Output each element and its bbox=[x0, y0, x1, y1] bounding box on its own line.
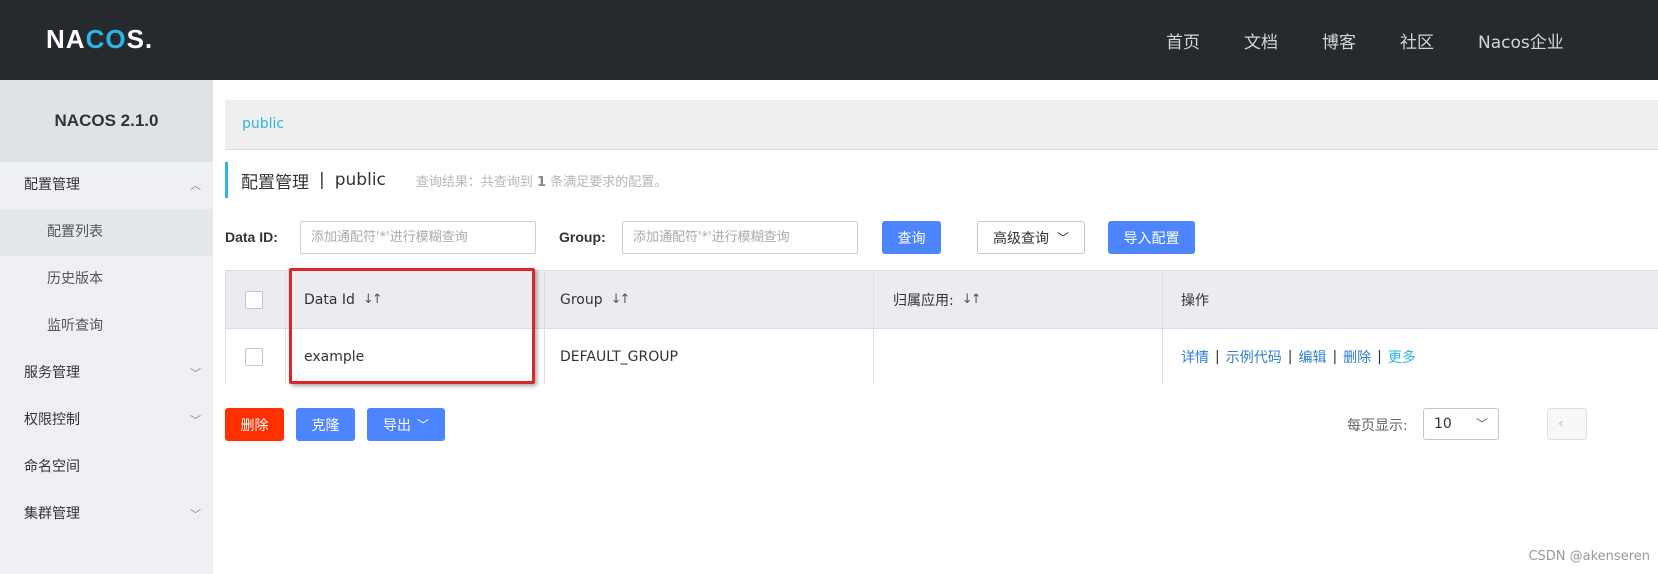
title-separator: | bbox=[319, 170, 325, 190]
import-config-button[interactable]: 导入配置 bbox=[1108, 221, 1195, 254]
nav-docs[interactable]: 文档 bbox=[1244, 28, 1278, 53]
row-checkbox[interactable] bbox=[245, 347, 263, 366]
table-row: example DEFAULT_GROUP 详情 | 示例代码 | 编辑 | 删… bbox=[226, 328, 1658, 384]
sort-icon[interactable]: ↓↑ bbox=[611, 292, 631, 307]
page-title: 配置管理 | public 查询结果：共查询到 1 条满足要求的配置。 bbox=[225, 162, 667, 198]
page-title-namespace: public bbox=[334, 170, 386, 190]
sidebar-item-label: 权限控制 bbox=[24, 412, 80, 428]
sidebar-item-history[interactable]: 历史版本 bbox=[0, 256, 213, 303]
dataid-label: Data ID: bbox=[225, 229, 278, 245]
chevron-left-icon: ‹ bbox=[1558, 416, 1564, 432]
sidebar-version-title: NACOS 2.1.0 bbox=[0, 80, 213, 162]
top-header: NACOS. 首页 文档 博客 社区 Nacos企业 bbox=[0, 0, 1658, 80]
sidebar-item-namespace[interactable]: 命名空间 bbox=[0, 444, 213, 491]
namespace-link-public[interactable]: public bbox=[242, 116, 284, 132]
clone-button[interactable]: 克隆 bbox=[296, 408, 355, 441]
sidebar: NACOS 2.1.0 配置管理 ︿ 配置列表 历史版本 监听查询 服务管理 ﹀… bbox=[0, 80, 213, 574]
chevron-down-icon: ﹀ bbox=[1475, 417, 1488, 431]
nacos-logo[interactable]: NACOS. bbox=[46, 24, 153, 54]
sort-icon[interactable]: ↓↑ bbox=[962, 292, 982, 307]
watermark: CSDN @akenseren bbox=[1528, 549, 1650, 564]
top-nav: 首页 文档 博客 社区 Nacos企业 bbox=[1166, 28, 1608, 53]
nav-community[interactable]: 社区 bbox=[1400, 28, 1434, 53]
nav-blog[interactable]: 博客 bbox=[1322, 28, 1356, 53]
cell-group: DEFAULT_GROUP bbox=[560, 348, 678, 365]
query-button[interactable]: 查询 bbox=[882, 221, 941, 254]
prev-page-button[interactable]: ‹ bbox=[1547, 408, 1587, 440]
column-header-operations: 操作 bbox=[1181, 292, 1209, 309]
more-link[interactable]: 更多 bbox=[1388, 347, 1416, 367]
sample-code-link[interactable]: 示例代码 bbox=[1226, 347, 1282, 367]
page-title-text: 配置管理 bbox=[241, 172, 309, 193]
sidebar-item-config-management[interactable]: 配置管理 ︿ bbox=[0, 162, 213, 209]
sidebar-item-access-control[interactable]: 权限控制 ﹀ bbox=[0, 397, 213, 444]
detail-link[interactable]: 详情 bbox=[1181, 347, 1209, 367]
dataid-search-input[interactable] bbox=[300, 221, 536, 254]
page-size-label: 每页显示: bbox=[1347, 418, 1408, 434]
config-table: Data Id ↓↑ Group ↓↑ 归属应用: ↓↑ 操作 example … bbox=[225, 270, 1658, 384]
sidebar-item-cluster-management[interactable]: 集群管理 ﹀ bbox=[0, 491, 213, 538]
advanced-query-button[interactable]: 高级查询 ﹀ bbox=[977, 221, 1085, 254]
page-size-select[interactable]: 10 ﹀ bbox=[1423, 408, 1499, 440]
cell-dataid: example bbox=[304, 348, 365, 365]
column-header-group[interactable]: Group ↓↑ bbox=[560, 271, 631, 328]
chevron-down-icon: ﹀ bbox=[190, 508, 201, 521]
sidebar-item-label: 集群管理 bbox=[24, 506, 80, 522]
batch-delete-button[interactable]: 删除 bbox=[225, 408, 284, 441]
sidebar-item-service-management[interactable]: 服务管理 ﹀ bbox=[0, 350, 213, 397]
sidebar-item-label: 服务管理 bbox=[24, 365, 80, 381]
group-search-input[interactable] bbox=[622, 221, 858, 254]
sidebar-item-label: 命名空间 bbox=[24, 459, 80, 475]
select-all-checkbox[interactable] bbox=[245, 290, 263, 309]
chevron-down-icon: ﹀ bbox=[190, 367, 201, 380]
nav-enterprise[interactable]: Nacos企业 bbox=[1478, 28, 1564, 53]
column-header-dataid[interactable]: Data Id ↓↑ bbox=[304, 271, 383, 328]
sidebar-item-label: 监听查询 bbox=[47, 318, 103, 334]
sidebar-item-listener-query[interactable]: 监听查询 bbox=[0, 303, 213, 350]
table-header: Data Id ↓↑ Group ↓↑ 归属应用: ↓↑ 操作 bbox=[226, 271, 1658, 328]
filter-bar: Data ID: Group: 查询 高级查询 ﹀ 导入配置 bbox=[0, 221, 1658, 255]
export-button[interactable]: 导出 ﹀ bbox=[367, 408, 445, 441]
column-header-app[interactable]: 归属应用: ↓↑ bbox=[893, 271, 982, 328]
chevron-down-icon: ﹀ bbox=[190, 414, 201, 427]
chevron-down-icon: ﹀ bbox=[1056, 231, 1069, 245]
sidebar-item-label: 配置管理 bbox=[24, 177, 80, 193]
nav-home[interactable]: 首页 bbox=[1166, 28, 1200, 53]
sort-icon[interactable]: ↓↑ bbox=[363, 292, 383, 307]
namespace-bar: public bbox=[225, 100, 1658, 150]
query-result-summary: 查询结果：共查询到 1 条满足要求的配置。 bbox=[415, 174, 668, 190]
chevron-up-icon: ︿ bbox=[190, 179, 201, 192]
sidebar-item-label: 历史版本 bbox=[47, 271, 103, 287]
chevron-down-icon: ﹀ bbox=[416, 418, 429, 432]
cell-operations: 详情 | 示例代码 | 编辑 | 删除 | 更多 bbox=[1181, 347, 1416, 367]
delete-link[interactable]: 删除 bbox=[1343, 347, 1371, 367]
edit-link[interactable]: 编辑 bbox=[1298, 347, 1326, 367]
group-label: Group: bbox=[559, 229, 606, 245]
